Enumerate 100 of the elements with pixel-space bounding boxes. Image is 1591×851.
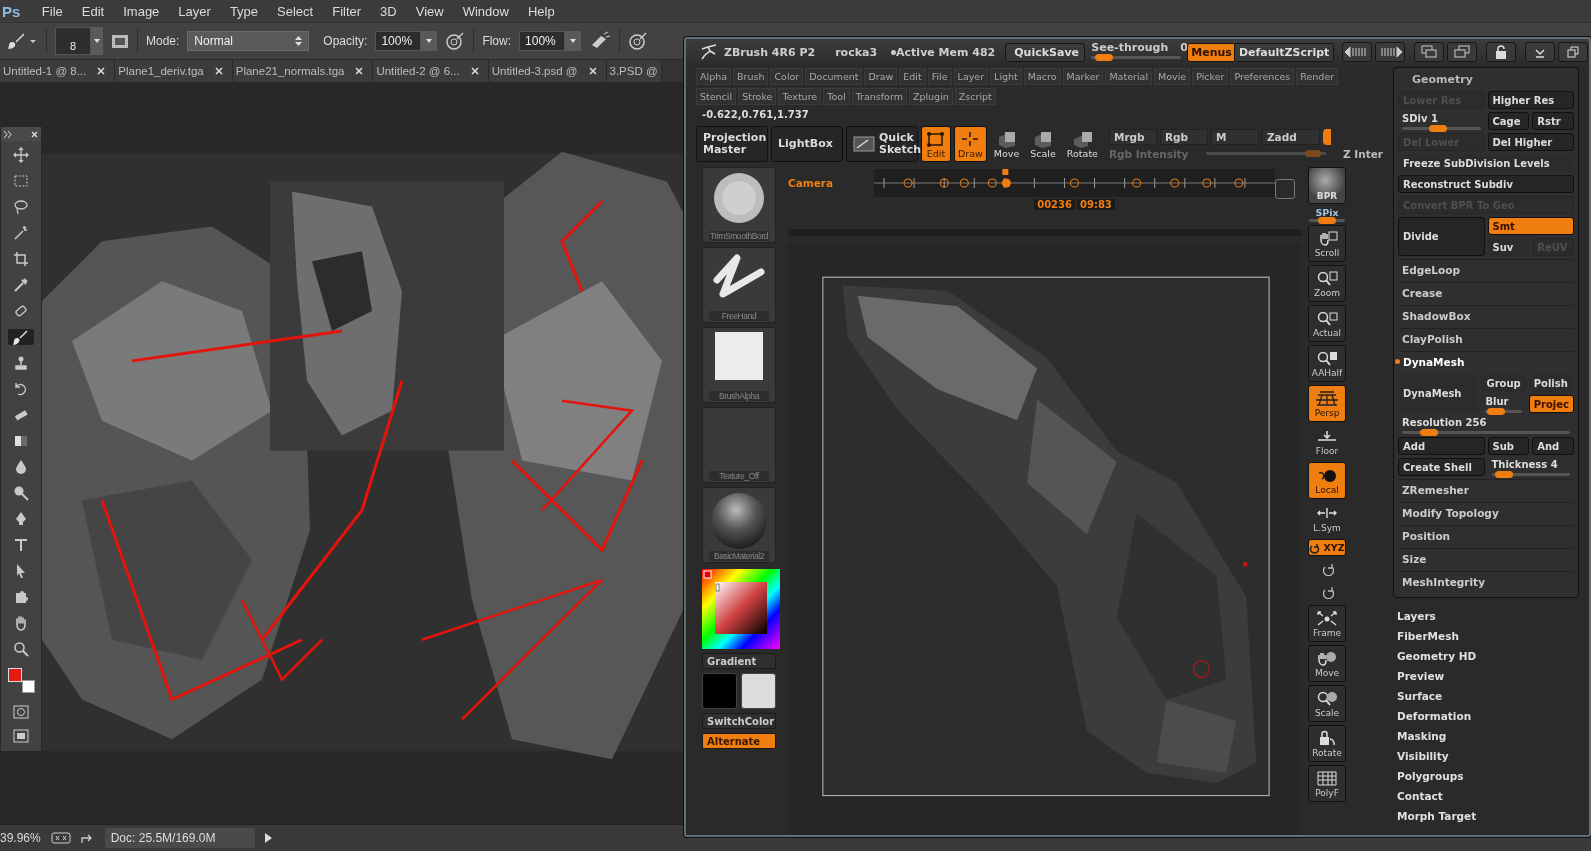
- shelf-button[interactable]: Actual: [1308, 305, 1346, 342]
- channel-button[interactable]: M: [1210, 128, 1259, 145]
- menu-item[interactable]: Stencil: [696, 88, 737, 105]
- zoom-level[interactable]: 39.96%: [0, 831, 41, 845]
- subpalette-header[interactable]: ClayPolish: [1398, 328, 1574, 348]
- channel-button[interactable]: Rgb: [1159, 128, 1208, 145]
- switch-color-button[interactable]: SwitchColor: [702, 713, 776, 729]
- menu-item[interactable]: 3D: [370, 3, 407, 19]
- palette-button[interactable]: And: [1532, 437, 1574, 455]
- document-tab[interactable]: Plane1_deriv.tga: [115, 60, 233, 82]
- palette-menu-item[interactable]: Masking: [1397, 730, 1589, 742]
- menu-item[interactable]: Draw: [864, 68, 898, 85]
- menu-item[interactable]: Alpha: [696, 68, 731, 85]
- shelf-button[interactable]: Draw: [954, 126, 987, 162]
- subpalette-header[interactable]: EdgeLoop: [1398, 259, 1574, 279]
- menu-item[interactable]: Window: [453, 3, 519, 19]
- subpalette-header[interactable]: Position: [1398, 525, 1574, 545]
- subpalette-header[interactable]: Size: [1398, 548, 1574, 568]
- document-tab[interactable]: Untitled-3.psd @: [488, 60, 607, 82]
- palette-menu-item[interactable]: Surface: [1397, 690, 1589, 702]
- tool-tile[interactable]: BrushAlpha: [702, 327, 776, 403]
- palette-button[interactable]: Del Higher: [1487, 133, 1574, 151]
- menu-item[interactable]: Picker: [1192, 68, 1229, 85]
- palette-button[interactable]: Cage: [1487, 112, 1530, 130]
- subpalette-header[interactable]: Crease: [1398, 282, 1574, 302]
- document-tab[interactable]: 3.PSD @: [606, 60, 662, 82]
- subpalette-header[interactable]: MeshIntegrity: [1398, 571, 1574, 591]
- tool-tile[interactable]: Texture_Off: [702, 407, 776, 483]
- palette-title[interactable]: Geometry: [1398, 71, 1574, 88]
- shelf-button[interactable]: Frame: [1308, 605, 1346, 642]
- menu-item[interactable]: Transform: [851, 88, 907, 105]
- shelf-button[interactable]: Edit: [921, 126, 951, 162]
- menu-item[interactable]: File: [32, 3, 73, 19]
- zscript-button[interactable]: DefaultZScript: [1233, 42, 1335, 62]
- menu-item[interactable]: Document: [805, 68, 863, 85]
- menu-item[interactable]: Help: [518, 3, 565, 19]
- quicksave-button[interactable]: QuickSave: [1005, 42, 1086, 62]
- shelf-button[interactable]: Projection Master: [696, 126, 768, 162]
- palette-menu-item[interactable]: FiberMesh: [1397, 630, 1589, 642]
- menu-item[interactable]: Tool: [823, 88, 850, 105]
- menu-item[interactable]: Filter: [322, 3, 371, 19]
- bpr-button[interactable]: BPR: [1308, 167, 1346, 204]
- menu-item[interactable]: Color: [770, 68, 804, 85]
- shelf-button[interactable]: Move: [989, 126, 1024, 162]
- menu-item[interactable]: Image: [113, 3, 169, 19]
- document-tab[interactable]: Plane21_normals.tga: [232, 60, 374, 82]
- channel-button[interactable]: Zadd: [1261, 128, 1320, 145]
- mode-dropdown[interactable]: Normal: [187, 31, 310, 51]
- shelf-button[interactable]: Floor: [1308, 425, 1346, 459]
- menu-item[interactable]: Zscript: [954, 88, 996, 105]
- shelf-button[interactable]: Rotate: [1062, 126, 1102, 162]
- shelf-button[interactable]: Persp: [1308, 385, 1346, 422]
- shelf-button[interactable]: Rotate: [1308, 725, 1346, 762]
- subpalette-header[interactable]: ZRemesher: [1398, 479, 1574, 499]
- palette-menu-item[interactable]: Layers: [1397, 610, 1589, 622]
- menu-item[interactable]: Zplugin: [908, 88, 953, 105]
- shelf-button[interactable]: Scroll: [1308, 225, 1346, 262]
- document-tab[interactable]: Untitled-1 @ 8...: [0, 60, 116, 82]
- menu-item[interactable]: Stroke: [738, 88, 777, 105]
- subpalette-header[interactable]: ShadowBox: [1398, 305, 1574, 325]
- palette-button[interactable]: Divide: [1398, 217, 1485, 256]
- menu-item[interactable]: Material: [1105, 68, 1152, 85]
- subpalette-header[interactable]: Modify Topology: [1398, 502, 1574, 522]
- palette-menu-item[interactable]: Morph Target: [1397, 810, 1589, 822]
- palette-button[interactable]: Add: [1398, 437, 1485, 455]
- shelf-button[interactable]: L.Sym: [1308, 502, 1346, 536]
- shelf-button[interactable]: Scale: [1308, 685, 1346, 722]
- menu-item[interactable]: Brush: [733, 68, 769, 85]
- menus-toggle[interactable]: Menus: [1187, 42, 1236, 62]
- shelf-button[interactable]: Zoom: [1308, 265, 1346, 302]
- app-logo[interactable]: Ps: [0, 2, 33, 20]
- menu-item[interactable]: Render: [1296, 68, 1339, 85]
- tool-tile[interactable]: FreeHand: [702, 247, 776, 323]
- menu-item[interactable]: Type: [220, 3, 268, 19]
- menu-item[interactable]: Preferences: [1230, 68, 1295, 85]
- brush-size-picker[interactable]: 8: [55, 27, 91, 55]
- menu-item[interactable]: Layer: [168, 3, 221, 19]
- shelf-button[interactable]: AAHalf: [1308, 345, 1346, 382]
- tool-tile[interactable]: BasicMaterial2: [702, 487, 776, 563]
- shelf-button[interactable]: XYZ: [1308, 539, 1346, 556]
- menu-item[interactable]: Layer: [953, 68, 989, 85]
- shelf-button[interactable]: Local: [1308, 462, 1346, 499]
- palette-menu-item[interactable]: Deformation: [1397, 710, 1589, 722]
- palette-menu-item[interactable]: Preview: [1397, 670, 1589, 682]
- menu-item[interactable]: File: [927, 68, 952, 85]
- alternate-button[interactable]: Alternate: [702, 733, 776, 749]
- flow-field[interactable]: 100%: [519, 31, 566, 51]
- menu-item[interactable]: Movie: [1154, 68, 1191, 85]
- menu-item[interactable]: Texture: [778, 88, 822, 105]
- palette-button[interactable]: Create Shell: [1398, 458, 1485, 476]
- menu-item[interactable]: Select: [267, 3, 323, 19]
- menu-item[interactable]: Macro: [1023, 68, 1061, 85]
- menu-item[interactable]: Edit: [72, 3, 114, 19]
- palette-menu-item[interactable]: Geometry HD: [1397, 650, 1589, 662]
- palette-menu-item[interactable]: Polygroups: [1397, 770, 1589, 782]
- menu-item[interactable]: View: [406, 3, 454, 19]
- palette-menu-item[interactable]: Contact: [1397, 790, 1589, 802]
- palette-button[interactable]: Rstr: [1532, 112, 1574, 130]
- menu-item[interactable]: Marker: [1062, 68, 1104, 85]
- menu-item[interactable]: Edit: [899, 68, 926, 85]
